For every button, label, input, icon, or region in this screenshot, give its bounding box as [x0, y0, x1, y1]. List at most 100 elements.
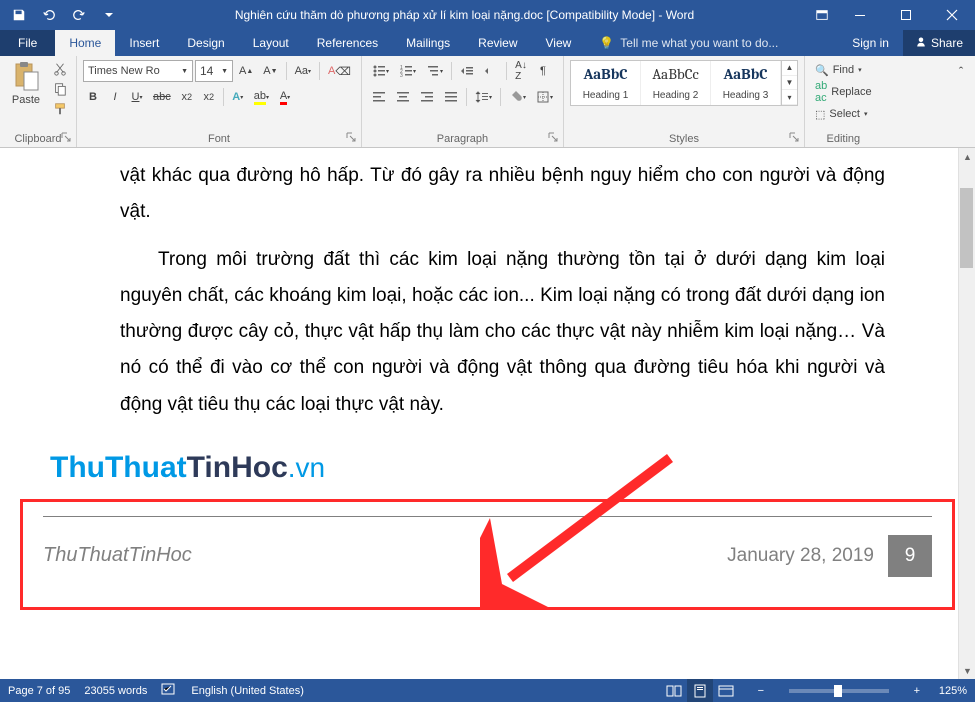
style-heading-1[interactable]: AaBbC Heading 1 — [571, 61, 641, 105]
lightbulb-icon: 💡 — [599, 36, 614, 50]
font-name-combo[interactable]: Times New Ro▼ — [83, 60, 193, 82]
watermark-logo: ThuThuatTinHoc.vn — [0, 435, 975, 485]
group-clipboard: Paste Clipboard — [0, 56, 77, 147]
zoom-level[interactable]: 125% — [939, 685, 967, 697]
save-button[interactable] — [6, 2, 32, 28]
paste-button[interactable]: Paste — [6, 60, 46, 106]
tab-mailings[interactable]: Mailings — [392, 30, 464, 56]
tab-layout[interactable]: Layout — [239, 30, 303, 56]
replace-button[interactable]: abacReplace — [811, 82, 876, 102]
styles-expand[interactable]: ▾ — [782, 90, 797, 105]
page-indicator[interactable]: Page 7 of 95 — [8, 685, 70, 697]
sign-in-link[interactable]: Sign in — [838, 30, 903, 56]
tab-insert[interactable]: Insert — [115, 30, 173, 56]
show-marks-button[interactable]: ¶ — [533, 60, 553, 82]
increase-indent-button[interactable] — [480, 60, 502, 82]
styles-group-label: Styles — [570, 131, 798, 145]
align-center-button[interactable] — [392, 86, 414, 108]
cut-button[interactable] — [50, 60, 70, 78]
footer-date: January 28, 2019 — [727, 545, 874, 567]
scroll-thumb[interactable] — [960, 188, 973, 268]
document-page[interactable]: vật khác qua đường hô hấp. Từ đó gây ra … — [0, 148, 975, 423]
zoom-slider-handle[interactable] — [834, 685, 842, 697]
group-font: Times New Ro▼ 14▼ A▲ A▼ Aa▾ A⌫ B I U▾ ab… — [77, 56, 362, 147]
language-indicator[interactable]: English (United States) — [191, 685, 304, 697]
clipboard-dialog-launcher[interactable] — [61, 132, 73, 144]
select-button[interactable]: ⬚Select▾ — [811, 104, 876, 124]
grow-font-button[interactable]: A▲ — [235, 60, 257, 82]
print-layout-button[interactable] — [687, 679, 713, 702]
paste-label: Paste — [6, 94, 46, 106]
find-icon: 🔍 — [815, 64, 829, 77]
text-effects-button[interactable]: A▾ — [228, 86, 248, 108]
tab-view[interactable]: View — [532, 30, 586, 56]
borders-button[interactable]: ▾ — [532, 86, 557, 108]
decrease-indent-button[interactable] — [456, 60, 478, 82]
web-layout-button[interactable] — [713, 679, 739, 702]
justify-button[interactable] — [440, 86, 462, 108]
font-color-button[interactable]: A▾ — [275, 86, 295, 108]
maximize-button[interactable] — [883, 0, 929, 30]
word-count[interactable]: 23055 words — [84, 685, 147, 697]
footer-separator — [43, 516, 932, 517]
tab-review[interactable]: Review — [464, 30, 531, 56]
font-size-combo[interactable]: 14▼ — [195, 60, 233, 82]
zoom-slider[interactable] — [789, 689, 889, 693]
format-painter-button[interactable] — [50, 100, 70, 118]
undo-button[interactable] — [36, 2, 62, 28]
tab-references[interactable]: References — [303, 30, 392, 56]
status-bar: Page 7 of 95 23055 words English (United… — [0, 679, 975, 702]
font-dialog-launcher[interactable] — [346, 132, 358, 144]
find-button[interactable]: 🔍Find▾ — [811, 60, 876, 80]
tell-me-search[interactable]: 💡 Tell me what you want to do... — [585, 30, 778, 56]
styles-scroll-down[interactable]: ▼ — [782, 76, 797, 91]
zoom-in-button[interactable]: + — [909, 685, 925, 697]
styles-scroll-up[interactable]: ▲ — [782, 61, 797, 76]
collapse-ribbon-button[interactable]: ˆ — [951, 60, 971, 82]
bullets-button[interactable]: ▾ — [368, 60, 393, 82]
share-button[interactable]: Share — [903, 30, 975, 56]
line-spacing-button[interactable]: ▾ — [471, 86, 496, 108]
qat-customize-button[interactable] — [96, 2, 122, 28]
close-button[interactable] — [929, 0, 975, 30]
read-mode-button[interactable] — [661, 679, 687, 702]
subscript-button[interactable]: x2 — [177, 86, 197, 108]
window-title: Nghiên cứu thăm dò phương pháp xử lí kim… — [122, 8, 807, 22]
italic-button[interactable]: I — [105, 86, 125, 108]
paragraph-group-label: Paragraph — [368, 131, 557, 145]
superscript-button[interactable]: x2 — [199, 86, 219, 108]
scroll-up-button[interactable]: ▲ — [959, 148, 975, 165]
style-heading-2[interactable]: AaBbCc Heading 2 — [641, 61, 711, 105]
shading-button[interactable]: ▾ — [505, 86, 530, 108]
change-case-button[interactable]: Aa▾ — [291, 60, 315, 82]
numbering-button[interactable]: 123▾ — [395, 60, 420, 82]
scroll-down-button[interactable]: ▼ — [959, 662, 975, 679]
bold-button[interactable]: B — [83, 86, 103, 108]
highlight-button[interactable]: ab▾ — [250, 86, 273, 108]
underline-button[interactable]: U▾ — [127, 86, 147, 108]
zoom-out-button[interactable]: − — [753, 685, 769, 697]
tab-home[interactable]: Home — [55, 30, 115, 56]
ribbon-display-options-button[interactable] — [807, 0, 837, 30]
minimize-button[interactable] — [837, 0, 883, 30]
clear-formatting-button[interactable]: A⌫ — [324, 60, 355, 82]
paragraph-dialog-launcher[interactable] — [548, 132, 560, 144]
align-left-button[interactable] — [368, 86, 390, 108]
style-heading-3[interactable]: AaBbC Heading 3 — [711, 61, 781, 105]
vertical-scrollbar[interactable]: ▲ ▼ — [958, 148, 975, 679]
styles-dialog-launcher[interactable] — [789, 132, 801, 144]
redo-button[interactable] — [66, 2, 92, 28]
align-right-button[interactable] — [416, 86, 438, 108]
spelling-status-icon[interactable] — [161, 682, 177, 699]
shrink-font-button[interactable]: A▼ — [259, 60, 281, 82]
strikethrough-button[interactable]: abc — [149, 86, 175, 108]
tab-file[interactable]: File — [0, 30, 55, 56]
document-area: vật khác qua đường hô hấp. Từ đó gây ra … — [0, 148, 975, 679]
tab-design[interactable]: Design — [173, 30, 238, 56]
window-controls — [837, 0, 975, 30]
copy-button[interactable] — [50, 80, 70, 98]
sort-button[interactable]: A↓Z — [511, 60, 531, 82]
multilevel-list-button[interactable]: ▾ — [422, 60, 447, 82]
ribbon-tabs: File Home Insert Design Layout Reference… — [0, 30, 975, 56]
share-label: Share — [931, 36, 963, 50]
